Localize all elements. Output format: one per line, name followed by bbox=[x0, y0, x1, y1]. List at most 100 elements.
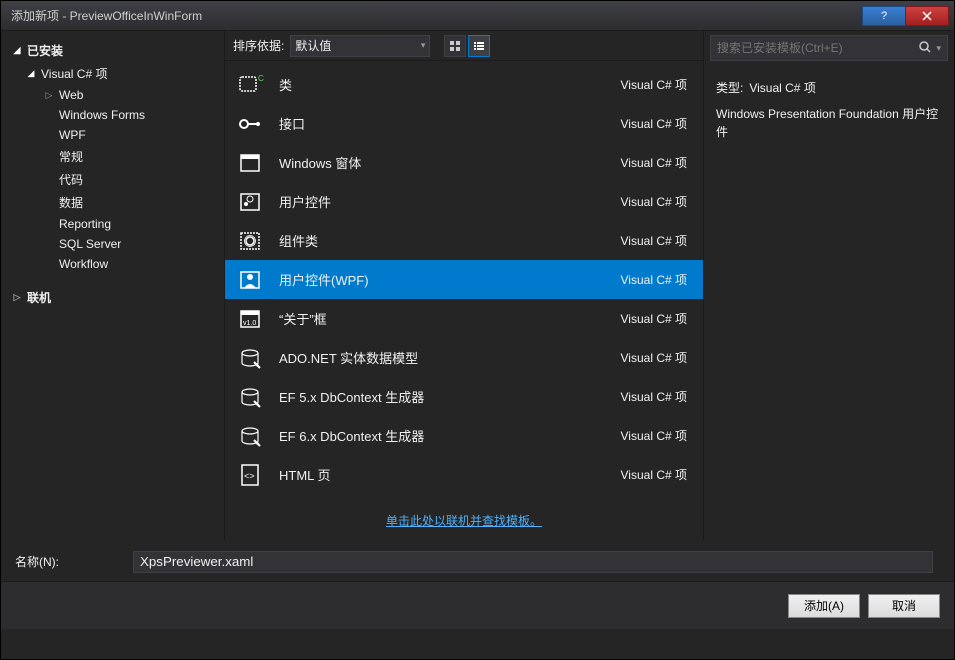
svg-text:C#: C# bbox=[258, 74, 264, 83]
tree-item[interactable]: Windows Forms bbox=[1, 105, 224, 125]
tree-item-label: Workflow bbox=[55, 257, 108, 271]
tree-item[interactable]: 代码 bbox=[1, 168, 224, 191]
wpf-control-icon bbox=[235, 265, 265, 295]
tree-item-label: 数据 bbox=[55, 194, 83, 211]
tree-installed[interactable]: 已安装 bbox=[1, 39, 224, 62]
usercontrol-icon bbox=[235, 187, 265, 217]
tree-item[interactable]: 数据 bbox=[1, 191, 224, 214]
tree-item[interactable]: Web bbox=[1, 85, 224, 105]
template-lang: Visual C# 项 bbox=[621, 271, 693, 288]
chevron-down-icon: ▾ bbox=[421, 40, 426, 51]
tree-item-label: Reporting bbox=[55, 217, 111, 231]
template-name: 接口 bbox=[279, 114, 621, 133]
component-icon bbox=[235, 226, 265, 256]
tree-item[interactable]: Reporting bbox=[1, 214, 224, 234]
window-title: 添加新项 - PreviewOfficeInWinForm bbox=[11, 7, 862, 24]
desc-type-label: 类型: bbox=[716, 79, 743, 97]
template-item[interactable]: 用户控件(WPF)Visual C# 项 bbox=[225, 260, 703, 299]
add-button[interactable]: 添加(A) bbox=[788, 594, 860, 618]
description-panel: ▾ 类型: Visual C# 项 Windows Presentation F… bbox=[704, 31, 954, 541]
template-name: Windows 窗体 bbox=[279, 153, 621, 172]
template-item[interactable]: ADO.NET 实体数据模型Visual C# 项 bbox=[225, 338, 703, 377]
online-search-link[interactable]: 单击此处以联机并查找模板。 bbox=[386, 514, 542, 528]
tree-item[interactable]: 常规 bbox=[1, 145, 224, 168]
view-grid-button[interactable] bbox=[444, 35, 466, 57]
template-item[interactable]: <> HTML 页Visual C# 项 bbox=[225, 455, 703, 494]
help-button[interactable]: ? bbox=[862, 6, 906, 26]
button-row: 添加(A) 取消 bbox=[1, 581, 954, 629]
template-item[interactable]: Windows 窗体Visual C# 项 bbox=[225, 143, 703, 182]
template-name: ADO.NET 实体数据模型 bbox=[279, 348, 621, 367]
name-row: 名称(N): bbox=[1, 541, 954, 581]
chevron-down-icon bbox=[25, 68, 37, 79]
desc-type-value: Visual C# 项 bbox=[749, 79, 815, 97]
template-lang: Visual C# 项 bbox=[621, 310, 693, 327]
template-name: HTML 页 bbox=[279, 465, 621, 484]
template-lang: Visual C# 项 bbox=[621, 76, 693, 93]
html-icon: <> bbox=[235, 460, 265, 490]
template-item[interactable]: 接口Visual C# 项 bbox=[225, 104, 703, 143]
search-box[interactable]: ▾ bbox=[710, 35, 948, 61]
tree-item-label: Visual C# 项 bbox=[37, 65, 107, 82]
name-label: 名称(N): bbox=[15, 553, 133, 570]
tree-item-label: Web bbox=[55, 88, 83, 102]
template-item[interactable]: EF 5.x DbContext 生成器Visual C# 项 bbox=[225, 377, 703, 416]
search-icon bbox=[918, 40, 932, 57]
about-icon: v1.0 bbox=[235, 304, 265, 334]
template-name: 组件类 bbox=[279, 231, 621, 250]
tree-item-label: 常规 bbox=[55, 148, 83, 165]
template-lang: Visual C# 项 bbox=[621, 427, 693, 444]
svg-text:<>: <> bbox=[244, 471, 255, 481]
tree-online[interactable]: 联机 bbox=[1, 286, 224, 309]
template-toolbar: 排序依据: 默认值 ▾ bbox=[225, 31, 703, 61]
template-item[interactable]: 组件类Visual C# 项 bbox=[225, 221, 703, 260]
chevron-right-icon bbox=[11, 292, 23, 303]
template-lang: Visual C# 项 bbox=[621, 193, 693, 210]
template-name: 类 bbox=[279, 75, 621, 94]
sort-label: 排序依据: bbox=[233, 37, 284, 54]
template-lang: Visual C# 项 bbox=[621, 388, 693, 405]
tree-item-label: 代码 bbox=[55, 171, 83, 188]
template-item[interactable]: C# 类Visual C# 项 bbox=[225, 65, 703, 104]
template-lang: Visual C# 项 bbox=[621, 232, 693, 249]
view-list-button[interactable] bbox=[468, 35, 490, 57]
chevron-right-icon bbox=[43, 90, 55, 101]
adonet-icon bbox=[235, 343, 265, 373]
online-search-link-row: 单击此处以联机并查找模板。 bbox=[225, 500, 703, 541]
interface-icon bbox=[235, 109, 265, 139]
cancel-button[interactable]: 取消 bbox=[868, 594, 940, 618]
desc-text: Windows Presentation Foundation 用户控件 bbox=[716, 105, 942, 141]
template-lang: Visual C# 项 bbox=[621, 115, 693, 132]
ef-icon bbox=[235, 421, 265, 451]
template-lang: Visual C# 项 bbox=[621, 466, 693, 483]
category-tree: 已安装 Visual C# 项 Web Windows Forms WPF 常规代码数据… bbox=[1, 31, 225, 541]
template-item[interactable]: v1.0 “关于”框Visual C# 项 bbox=[225, 299, 703, 338]
tree-item[interactable]: Visual C# 项 bbox=[1, 62, 224, 85]
tree-item-label: SQL Server bbox=[55, 237, 121, 251]
tree-item-label: Windows Forms bbox=[55, 108, 145, 122]
template-item[interactable]: 用户控件Visual C# 项 bbox=[225, 182, 703, 221]
template-name: “关于”框 bbox=[279, 309, 621, 328]
tree-item[interactable]: Workflow bbox=[1, 254, 224, 274]
search-input[interactable] bbox=[717, 41, 918, 55]
template-item[interactable]: EF 6.x DbContext 生成器Visual C# 项 bbox=[225, 416, 703, 455]
template-name: EF 6.x DbContext 生成器 bbox=[279, 426, 621, 445]
chevron-down-icon bbox=[11, 45, 23, 56]
name-input[interactable] bbox=[133, 551, 933, 573]
ef-icon bbox=[235, 382, 265, 412]
template-name: 用户控件(WPF) bbox=[279, 270, 621, 289]
close-button[interactable] bbox=[905, 6, 949, 26]
titlebar: 添加新项 - PreviewOfficeInWinForm ? bbox=[1, 1, 954, 31]
dropdown-icon[interactable]: ▾ bbox=[936, 43, 941, 54]
tree-item-label: WPF bbox=[55, 128, 86, 142]
template-lang: Visual C# 项 bbox=[621, 349, 693, 366]
tree-item[interactable]: WPF bbox=[1, 125, 224, 145]
svg-text:v1.0: v1.0 bbox=[243, 320, 256, 327]
template-list[interactable]: C#类Visual C# 项接口Visual C# 项Windows 窗体Vis… bbox=[225, 61, 703, 500]
template-name: EF 5.x DbContext 生成器 bbox=[279, 387, 621, 406]
template-lang: Visual C# 项 bbox=[621, 154, 693, 171]
tree-item[interactable]: SQL Server bbox=[1, 234, 224, 254]
form-icon bbox=[235, 148, 265, 178]
class-icon: C# bbox=[235, 70, 265, 100]
sort-dropdown[interactable]: 默认值 ▾ bbox=[290, 35, 430, 57]
